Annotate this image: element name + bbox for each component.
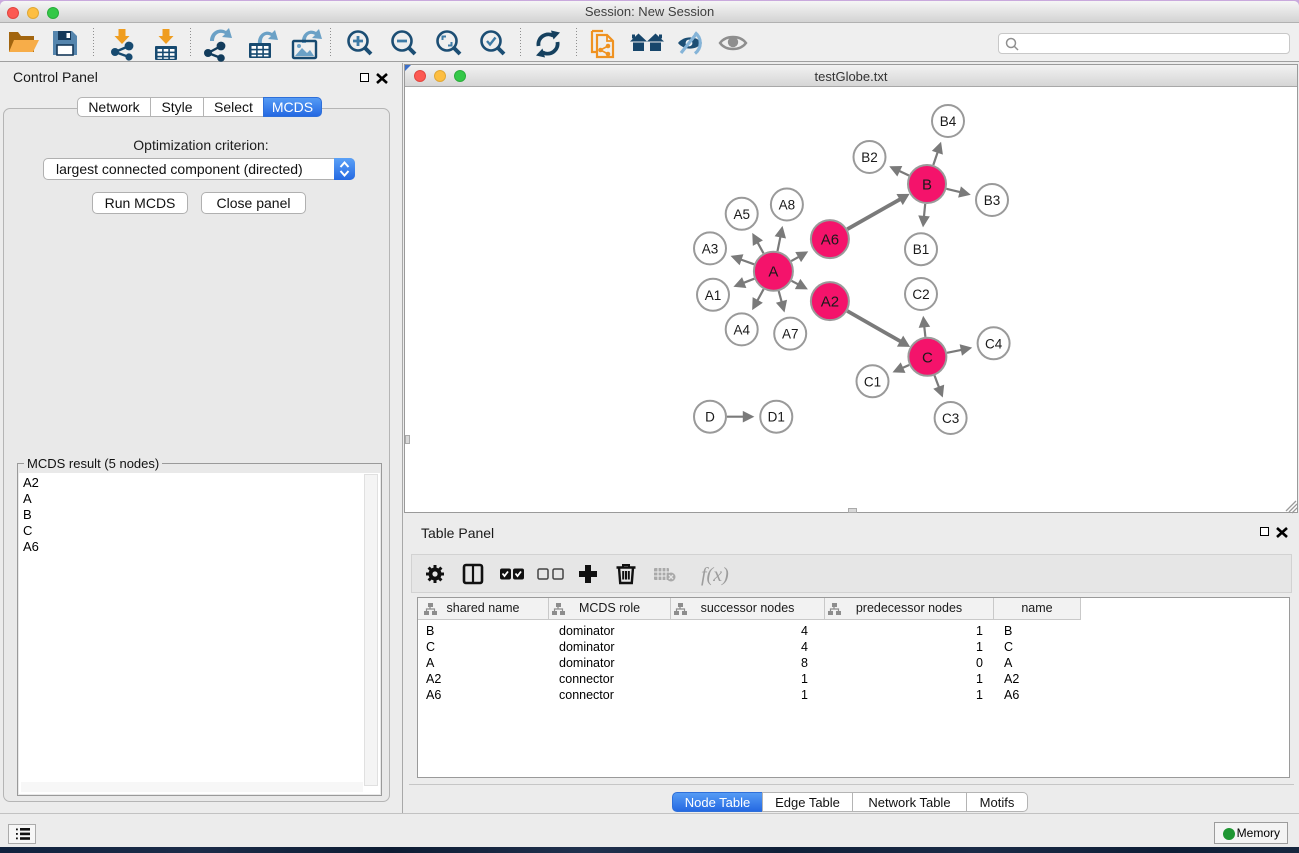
svg-text:C: C xyxy=(922,349,933,366)
svg-text:A6: A6 xyxy=(821,232,839,249)
svg-text:C4: C4 xyxy=(985,336,1003,351)
svg-text:A1: A1 xyxy=(705,288,722,303)
svg-text:C1: C1 xyxy=(864,374,881,389)
svg-text:A5: A5 xyxy=(733,207,750,222)
svg-text:C3: C3 xyxy=(942,411,959,426)
svg-text:A7: A7 xyxy=(782,327,799,342)
svg-text:D1: D1 xyxy=(768,410,785,425)
svg-text:D: D xyxy=(705,410,715,425)
svg-text:A: A xyxy=(768,264,778,281)
svg-text:A3: A3 xyxy=(702,241,719,256)
svg-text:A8: A8 xyxy=(779,198,796,213)
svg-text:B3: B3 xyxy=(984,193,1001,208)
svg-text:B2: B2 xyxy=(861,150,878,165)
svg-text:B: B xyxy=(922,177,932,194)
svg-text:A4: A4 xyxy=(733,322,750,337)
svg-text:B1: B1 xyxy=(913,242,930,257)
svg-text:A2: A2 xyxy=(821,294,839,311)
svg-text:B4: B4 xyxy=(940,114,957,129)
svg-text:C2: C2 xyxy=(912,287,929,302)
svg-text:f(x): f(x) xyxy=(701,564,729,586)
